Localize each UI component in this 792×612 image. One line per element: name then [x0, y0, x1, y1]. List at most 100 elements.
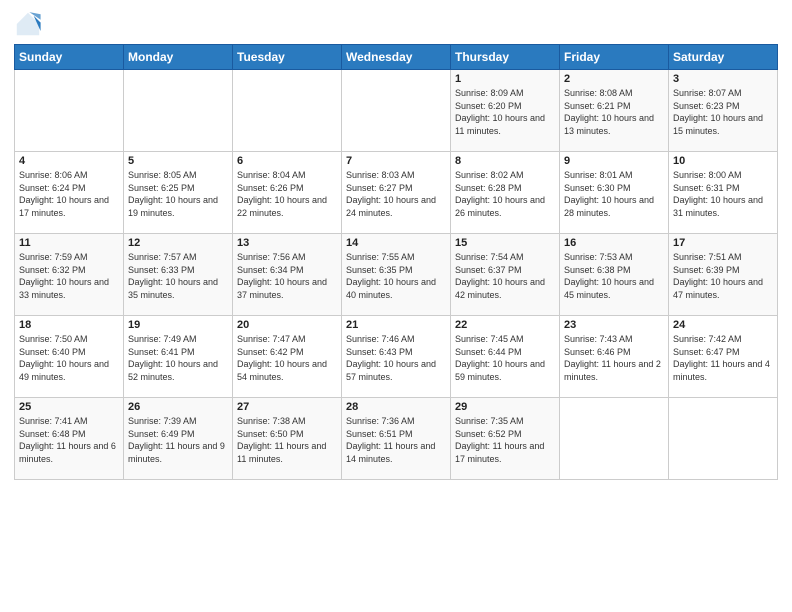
day-number: 14: [346, 237, 446, 249]
day-info: Sunrise: 7:41 AM Sunset: 6:48 PM Dayligh…: [19, 415, 119, 465]
day-info: Sunrise: 7:55 AM Sunset: 6:35 PM Dayligh…: [346, 251, 446, 301]
day-number: 19: [128, 319, 228, 331]
day-number: 20: [237, 319, 337, 331]
day-number: 16: [564, 237, 664, 249]
day-info: Sunrise: 8:01 AM Sunset: 6:30 PM Dayligh…: [564, 169, 664, 219]
day-cell: 29 Sunrise: 7:35 AM Sunset: 6:52 PM Dayli…: [451, 398, 560, 480]
day-info: Sunrise: 7:36 AM Sunset: 6:51 PM Dayligh…: [346, 415, 446, 465]
day-cell: [342, 70, 451, 152]
day-cell: 4 Sunrise: 8:06 AM Sunset: 6:24 PM Daylig…: [15, 152, 124, 234]
day-info: Sunrise: 7:45 AM Sunset: 6:44 PM Dayligh…: [455, 333, 555, 383]
logo: [14, 10, 46, 38]
day-cell: [560, 398, 669, 480]
day-info: Sunrise: 8:06 AM Sunset: 6:24 PM Dayligh…: [19, 169, 119, 219]
header-row: Sunday Monday Tuesday Wednesday Thursday…: [15, 45, 778, 70]
day-info: Sunrise: 7:43 AM Sunset: 6:46 PM Dayligh…: [564, 333, 664, 383]
day-info: Sunrise: 7:38 AM Sunset: 6:50 PM Dayligh…: [237, 415, 337, 465]
day-cell: 25 Sunrise: 7:41 AM Sunset: 6:48 PM Dayli…: [15, 398, 124, 480]
day-cell: 13Sunrise: 7:56 AM Sunset: 6:34 PM Dayli…: [233, 234, 342, 316]
day-number: 2: [564, 73, 664, 85]
day-cell: 7 Sunrise: 8:03 AM Sunset: 6:27 PM Daylig…: [342, 152, 451, 234]
day-info: Sunrise: 7:50 AM Sunset: 6:40 PM Dayligh…: [19, 333, 119, 383]
day-info: Sunrise: 8:08 AM Sunset: 6:21 PM Dayligh…: [564, 87, 664, 137]
day-info: Sunrise: 7:49 AM Sunset: 6:41 PM Dayligh…: [128, 333, 228, 383]
day-cell: 19 Sunrise: 7:49 AM Sunset: 6:41 PM Dayli…: [124, 316, 233, 398]
day-info: Sunrise: 7:57 AM Sunset: 6:33 PM Dayligh…: [128, 251, 228, 301]
calendar-table: Sunday Monday Tuesday Wednesday Thursday…: [14, 44, 778, 480]
day-number: 29: [455, 401, 555, 413]
day-cell: 11 Sunrise: 7:59 AM Sunset: 6:32 PM Dayli…: [15, 234, 124, 316]
day-info: Sunrise: 8:03 AM Sunset: 6:27 PM Dayligh…: [346, 169, 446, 219]
day-cell: [124, 70, 233, 152]
day-info: Sunrise: 7:51 AM Sunset: 6:39 PM Dayligh…: [673, 251, 773, 301]
day-cell: 27Sunrise: 7:38 AM Sunset: 6:50 PM Dayli…: [233, 398, 342, 480]
day-cell: 24Sunrise: 7:42 AM Sunset: 6:47 PM Dayli…: [669, 316, 778, 398]
day-info: Sunrise: 8:02 AM Sunset: 6:28 PM Dayligh…: [455, 169, 555, 219]
day-number: 3: [673, 73, 773, 85]
day-number: 23: [564, 319, 664, 331]
col-sunday: Sunday: [15, 45, 124, 70]
day-number: 1: [455, 73, 555, 85]
day-cell: 20 Sunrise: 7:47 AM Sunset: 6:42 PM Dayli…: [233, 316, 342, 398]
day-info: Sunrise: 7:47 AM Sunset: 6:42 PM Dayligh…: [237, 333, 337, 383]
day-cell: 26 Sunrise: 7:39 AM Sunset: 6:49 PM Dayli…: [124, 398, 233, 480]
day-cell: [233, 70, 342, 152]
col-wednesday: Wednesday: [342, 45, 451, 70]
day-cell: [15, 70, 124, 152]
day-number: 12: [128, 237, 228, 249]
day-cell: 1 Sunrise: 8:09 AM Sunset: 6:20 PM Daylig…: [451, 70, 560, 152]
day-cell: 3Sunrise: 8:07 AM Sunset: 6:23 PM Daylig…: [669, 70, 778, 152]
week-row-4: 25 Sunrise: 7:41 AM Sunset: 6:48 PM Dayli…: [15, 398, 778, 480]
day-number: 5: [128, 155, 228, 167]
day-number: 10: [673, 155, 773, 167]
day-number: 21: [346, 319, 446, 331]
day-number: 22: [455, 319, 555, 331]
day-info: Sunrise: 7:54 AM Sunset: 6:37 PM Dayligh…: [455, 251, 555, 301]
day-cell: 5 Sunrise: 8:05 AM Sunset: 6:25 PM Daylig…: [124, 152, 233, 234]
day-number: 9: [564, 155, 664, 167]
day-cell: 9 Sunrise: 8:01 AM Sunset: 6:30 PM Daylig…: [560, 152, 669, 234]
day-info: Sunrise: 8:04 AM Sunset: 6:26 PM Dayligh…: [237, 169, 337, 219]
day-number: 4: [19, 155, 119, 167]
day-number: 26: [128, 401, 228, 413]
week-row-2: 11 Sunrise: 7:59 AM Sunset: 6:32 PM Dayli…: [15, 234, 778, 316]
col-thursday: Thursday: [451, 45, 560, 70]
day-info: Sunrise: 7:59 AM Sunset: 6:32 PM Dayligh…: [19, 251, 119, 301]
day-number: 25: [19, 401, 119, 413]
day-info: Sunrise: 8:00 AM Sunset: 6:31 PM Dayligh…: [673, 169, 773, 219]
day-cell: 6 Sunrise: 8:04 AM Sunset: 6:26 PM Daylig…: [233, 152, 342, 234]
day-number: 8: [455, 155, 555, 167]
day-cell: 21 Sunrise: 7:46 AM Sunset: 6:43 PM Dayli…: [342, 316, 451, 398]
col-monday: Monday: [124, 45, 233, 70]
week-row-3: 18 Sunrise: 7:50 AM Sunset: 6:40 PM Dayli…: [15, 316, 778, 398]
day-cell: 23 Sunrise: 7:43 AM Sunset: 6:46 PM Dayli…: [560, 316, 669, 398]
col-saturday: Saturday: [669, 45, 778, 70]
week-row-0: 1 Sunrise: 8:09 AM Sunset: 6:20 PM Daylig…: [15, 70, 778, 152]
day-cell: 8 Sunrise: 8:02 AM Sunset: 6:28 PM Daylig…: [451, 152, 560, 234]
day-info: Sunrise: 8:09 AM Sunset: 6:20 PM Dayligh…: [455, 87, 555, 137]
col-tuesday: Tuesday: [233, 45, 342, 70]
day-cell: 12 Sunrise: 7:57 AM Sunset: 6:33 PM Dayli…: [124, 234, 233, 316]
day-number: 18: [19, 319, 119, 331]
day-number: 24: [673, 319, 773, 331]
day-cell: 14 Sunrise: 7:55 AM Sunset: 6:35 PM Dayli…: [342, 234, 451, 316]
day-number: 11: [19, 237, 119, 249]
day-cell: 28 Sunrise: 7:36 AM Sunset: 6:51 PM Dayli…: [342, 398, 451, 480]
header: [14, 10, 778, 38]
day-number: 17: [673, 237, 773, 249]
day-number: 6: [237, 155, 337, 167]
day-info: Sunrise: 8:05 AM Sunset: 6:25 PM Dayligh…: [128, 169, 228, 219]
logo-icon: [14, 10, 42, 38]
day-number: 7: [346, 155, 446, 167]
day-number: 28: [346, 401, 446, 413]
day-cell: 22 Sunrise: 7:45 AM Sunset: 6:44 PM Dayli…: [451, 316, 560, 398]
day-info: Sunrise: 7:35 AM Sunset: 6:52 PM Dayligh…: [455, 415, 555, 465]
day-cell: 18 Sunrise: 7:50 AM Sunset: 6:40 PM Dayli…: [15, 316, 124, 398]
day-cell: 17 Sunrise: 7:51 AM Sunset: 6:39 PM Dayli…: [669, 234, 778, 316]
col-friday: Friday: [560, 45, 669, 70]
day-info: Sunrise: 7:39 AM Sunset: 6:49 PM Dayligh…: [128, 415, 228, 465]
day-number: 15: [455, 237, 555, 249]
week-row-1: 4 Sunrise: 8:06 AM Sunset: 6:24 PM Daylig…: [15, 152, 778, 234]
day-info: Sunrise: 7:46 AM Sunset: 6:43 PM Dayligh…: [346, 333, 446, 383]
day-cell: 10 Sunrise: 8:00 AM Sunset: 6:31 PM Dayli…: [669, 152, 778, 234]
